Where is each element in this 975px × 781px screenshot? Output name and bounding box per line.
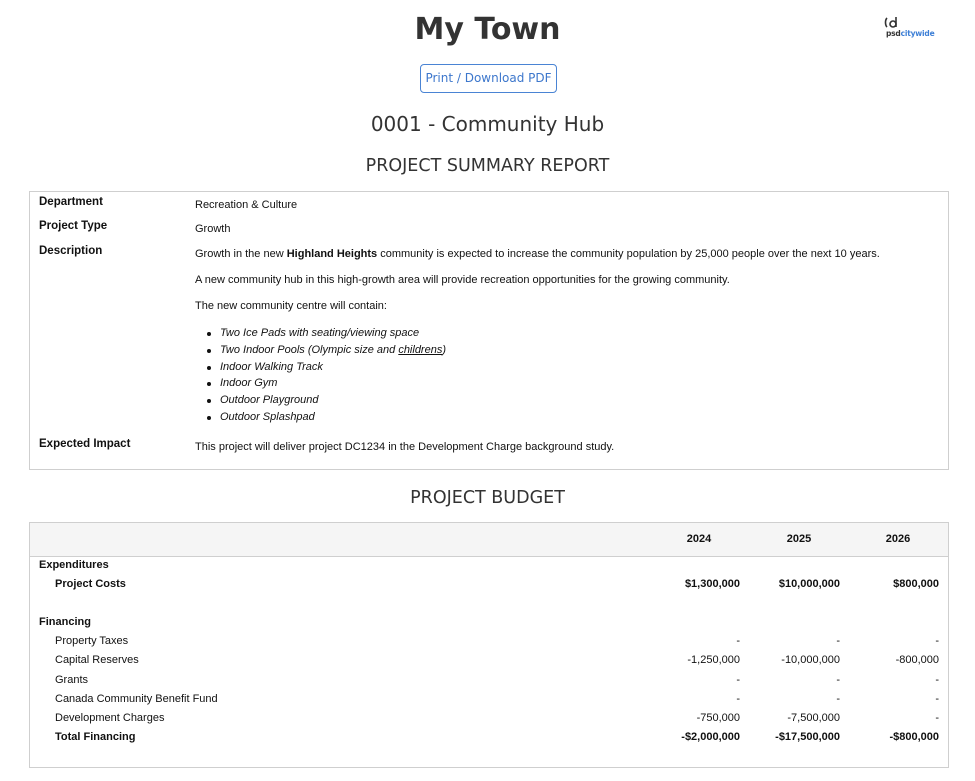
property-taxes-2026: - <box>935 635 939 647</box>
grants-2025: - <box>836 674 840 686</box>
table-row: Property Taxes - - - <box>30 635 948 653</box>
project-type-value: Growth <box>195 223 231 235</box>
grants-label: Grants <box>55 674 89 686</box>
description-paragraph-3: The new community centre will contain: <box>195 300 387 312</box>
table-row: Canada Community Benefit Fund - - - <box>30 693 948 711</box>
total-financing-label: Total Financing <box>55 731 136 743</box>
project-costs-row: Project Costs $1,300,000 $10,000,000 $80… <box>30 578 948 596</box>
budget-table-header: 2024 2025 2026 <box>30 523 948 557</box>
expenditures-section-row: Expenditures <box>30 559 948 577</box>
expected-impact-value: This project will deliver project DC1234… <box>195 441 615 453</box>
list-item: Two Indoor Pools (Olympic size and child… <box>195 342 446 359</box>
grants-2024: - <box>736 674 740 686</box>
capital-reserves-2024: -1,250,000 <box>687 654 740 666</box>
ccbf-2025: - <box>836 693 840 705</box>
total-financing-2024: -$2,000,000 <box>681 731 740 743</box>
project-title: 0001 - Community Hub <box>370 112 605 136</box>
project-costs-label: Project Costs <box>55 578 126 590</box>
ccbf-2026: - <box>935 693 939 705</box>
project-budget-table: 2024 2025 2026 Expenditures Project Cost… <box>29 522 949 768</box>
print-download-pdf-button[interactable]: Print / Download PDF <box>420 64 557 93</box>
description-label: Description <box>39 245 103 257</box>
project-summary-heading: PROJECT SUMMARY REPORT <box>365 156 610 176</box>
year-2024-header: 2024 <box>686 533 712 545</box>
page-title: My Town <box>414 12 561 47</box>
capital-reserves-2025: -10,000,000 <box>781 654 840 666</box>
development-charges-2025: -7,500,000 <box>787 712 840 724</box>
table-row: Development Charges -750,000 -7,500,000 … <box>30 712 948 730</box>
year-2026-header: 2026 <box>885 533 911 545</box>
highland-heights-text: Highland Heights <box>286 248 378 260</box>
total-financing-2025: -$17,500,000 <box>775 731 840 743</box>
logo-citywide-text: citywide <box>900 29 935 38</box>
total-financing-2026: -$800,000 <box>889 731 939 743</box>
list-item: Indoor Gym <box>195 375 446 392</box>
grants-2026: - <box>935 674 939 686</box>
property-taxes-2024: - <box>736 635 740 647</box>
logo-psd-text: psd <box>886 29 901 38</box>
project-costs-2025: $10,000,000 <box>778 578 840 590</box>
development-charges-label: Development Charges <box>55 712 165 724</box>
development-charges-2026: - <box>935 712 939 724</box>
logo-icon <box>884 17 897 28</box>
department-value: Recreation & Culture <box>195 199 298 211</box>
features-list: Two Ice Pads with seating/viewing space … <box>195 325 446 426</box>
capital-reserves-2026: -800,000 <box>895 654 939 666</box>
financing-section-row: Financing <box>30 616 948 634</box>
psd-citywide-logo: psdcitywide <box>884 16 944 40</box>
total-financing-row: Total Financing -$2,000,000 -$17,500,000… <box>30 731 948 749</box>
project-type-label: Project Type <box>39 220 108 232</box>
ccbf-label: Canada Community Benefit Fund <box>55 693 218 705</box>
list-item: Outdoor Playground <box>195 392 446 409</box>
capital-reserves-label: Capital Reserves <box>55 654 139 666</box>
description-paragraph-1: Growth in the new Highland Heights commu… <box>195 248 880 260</box>
project-costs-2024: $1,300,000 <box>684 578 740 590</box>
childrens-link-text: childrens <box>398 343 443 356</box>
project-summary-panel: Department Recreation & Culture Project … <box>29 191 949 470</box>
property-taxes-label: Property Taxes <box>55 635 129 647</box>
table-row: Grants - - - <box>30 674 948 692</box>
list-item: Indoor Walking Track <box>195 359 446 376</box>
year-2025-header: 2025 <box>786 533 812 545</box>
development-charges-2024: -750,000 <box>696 712 740 724</box>
financing-label: Financing <box>39 616 91 628</box>
list-item: Two Ice Pads with seating/viewing space <box>195 325 446 342</box>
table-row: Capital Reserves -1,250,000 -10,000,000 … <box>30 654 948 672</box>
project-budget-heading: PROJECT BUDGET <box>410 488 565 508</box>
expected-impact-label: Expected Impact <box>39 438 131 450</box>
ccbf-2024: - <box>736 693 740 705</box>
property-taxes-2025: - <box>836 635 840 647</box>
expenditures-label: Expenditures <box>39 559 109 571</box>
list-item: Outdoor Splashpad <box>195 409 446 426</box>
project-costs-2026: $800,000 <box>893 578 939 590</box>
department-label: Department <box>39 196 103 208</box>
description-paragraph-2: A new community hub in this high-growth … <box>195 274 730 286</box>
